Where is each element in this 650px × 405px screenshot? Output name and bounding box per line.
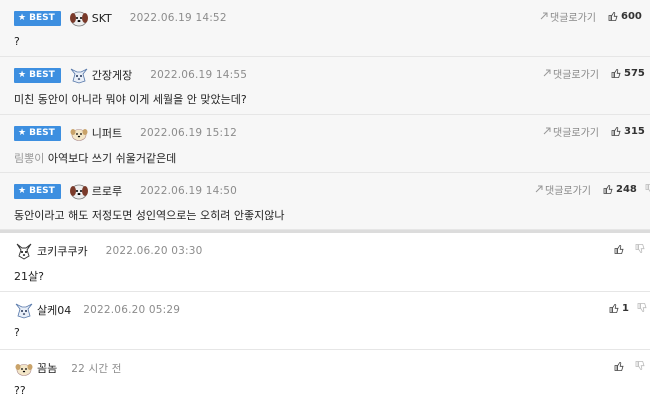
comment-header: ★ BEST 니퍼트 2022.06.19 15:12 xyxy=(14,124,237,142)
white-dog-avatar-icon[interactable] xyxy=(14,301,34,319)
dislike-button[interactable] xyxy=(635,361,647,371)
comment-header: ★ BEST 간장게장 2022.06.19 14:55 xyxy=(14,66,247,84)
reply-link[interactable]: 댓글로가기 xyxy=(543,66,599,81)
thumbs-up-icon xyxy=(609,304,619,313)
comment: 살케04 2022.06.20 05:29 1 ? xyxy=(0,292,650,350)
comment-actions: 댓글로가기 575 xyxy=(543,66,650,81)
star-icon: ★ xyxy=(18,185,27,196)
best-badge: ★ BEST xyxy=(14,67,61,83)
comment-date: 2022.06.19 15:12 xyxy=(140,127,238,139)
comment-date: 2022.06.20 05:29 xyxy=(83,304,181,316)
like-button[interactable]: 575 xyxy=(611,68,645,79)
comment-header: ★ BEST 르로루 2022.06.19 14:50 xyxy=(14,182,237,200)
comment-author[interactable]: SKT xyxy=(92,12,112,25)
comment-text: 림뽕이 아역보다 쓰기 쉬울거같은데 xyxy=(14,152,177,165)
thumbs-up-icon xyxy=(603,185,613,194)
corgi-avatar-icon[interactable] xyxy=(14,242,34,260)
comment-actions: 댓글로가기 315 xyxy=(543,124,650,139)
mention-tag[interactable]: 림뽕이 xyxy=(14,152,44,165)
star-icon: ★ xyxy=(18,127,27,138)
comment-actions: 1 xyxy=(609,301,649,315)
best-comment: ★ BEST 니퍼트 2022.06.19 15:12 댓글로가기 315 림뽕이… xyxy=(0,115,650,173)
dislike-button[interactable] xyxy=(635,244,647,254)
reply-arrow-icon xyxy=(543,69,551,77)
reply-link[interactable]: 댓글로가기 xyxy=(543,124,599,139)
comment-actions: 댓글로가기 600 xyxy=(540,9,650,24)
like-button[interactable]: 248 xyxy=(603,184,637,195)
puppy-avatar-icon[interactable] xyxy=(69,124,89,142)
reply-arrow-icon xyxy=(543,127,551,135)
comment-date: 2022.06.19 14:52 xyxy=(129,12,227,24)
comment: 꼼놈 22 시간 전 ?? xyxy=(0,350,650,405)
comment-list: ★ BEST SKT 2022.06.19 14:52 댓글로가기 600 ? ★… xyxy=(0,0,650,405)
reply-link[interactable]: 댓글로가기 xyxy=(535,182,591,197)
comment-author[interactable]: 간장게장 xyxy=(92,67,132,83)
white-dog-avatar-icon[interactable] xyxy=(69,66,89,84)
comment-text: ?? xyxy=(14,384,26,397)
dislike-button[interactable] xyxy=(637,303,649,313)
comment-actions: 댓글로가기 248 5 xyxy=(535,182,650,197)
comment-header: 꼼놈 22 시간 전 xyxy=(14,359,122,377)
comment-text: ? xyxy=(14,326,20,339)
comment-actions xyxy=(614,359,647,373)
best-badge: ★ BEST xyxy=(14,10,61,26)
comment-author[interactable]: 코키쿠쿠카 xyxy=(37,243,88,259)
like-button[interactable] xyxy=(614,244,627,254)
dislike-button[interactable]: 5 xyxy=(645,184,650,195)
comment-author[interactable]: 니퍼트 xyxy=(92,125,122,141)
comment-date: 2022.06.19 14:55 xyxy=(150,69,248,81)
thumbs-up-icon xyxy=(614,245,624,254)
like-button[interactable]: 1 xyxy=(609,303,629,314)
comment-author[interactable]: 꼼놈 xyxy=(37,360,57,376)
like-button[interactable]: 315 xyxy=(611,126,645,137)
comment-author[interactable]: 르로루 xyxy=(92,183,122,199)
shih-tzu-avatar-icon[interactable] xyxy=(69,9,89,27)
best-badge: ★ BEST xyxy=(14,125,61,141)
like-button[interactable] xyxy=(614,361,627,371)
reply-arrow-icon xyxy=(535,185,543,193)
thumbs-down-icon xyxy=(645,184,650,193)
comment-text: 21살? xyxy=(14,270,44,283)
best-comment: ★ BEST SKT 2022.06.19 14:52 댓글로가기 600 ? xyxy=(0,0,650,57)
thumbs-down-icon xyxy=(635,244,645,253)
shih-tzu-avatar-icon[interactable] xyxy=(69,182,89,200)
comment-date: 2022.06.20 03:30 xyxy=(105,245,203,257)
comment-text: 동안이라고 해도 저정도면 성인역으로는 오히려 안좋지않나 xyxy=(14,209,285,222)
comment-header: 살케04 2022.06.20 05:29 xyxy=(14,301,180,319)
best-badge: ★ BEST xyxy=(14,183,61,199)
comment-actions xyxy=(614,242,647,256)
reply-arrow-icon xyxy=(540,12,548,20)
thumbs-up-icon xyxy=(614,362,624,371)
thumbs-up-icon xyxy=(611,127,621,136)
comment-text: 미친 동안이 아니라 뭐야 이게 세월을 안 맞았는데? xyxy=(14,93,247,106)
like-button[interactable]: 600 xyxy=(608,11,642,22)
thumbs-down-icon xyxy=(635,361,645,370)
thumbs-up-icon xyxy=(611,69,621,78)
comment-header: 코키쿠쿠카 2022.06.20 03:30 xyxy=(14,242,203,260)
comment-date: 22 시간 전 xyxy=(71,362,122,375)
reply-link[interactable]: 댓글로가기 xyxy=(540,9,596,24)
thumbs-up-icon xyxy=(608,12,618,21)
comment-text: ? xyxy=(14,35,20,48)
comment-header: ★ BEST SKT 2022.06.19 14:52 xyxy=(14,9,227,27)
best-comment: ★BEST 르로루 2022.06.19 14:50 댓글로가기 248 5 동… xyxy=(0,173,650,230)
star-icon: ★ xyxy=(18,69,27,80)
comment: 코키쿠쿠카 2022.06.20 03:30 21살? xyxy=(0,233,650,292)
comment-date: 2022.06.19 14:50 xyxy=(140,185,238,197)
comment-author[interactable]: 살케04 xyxy=(37,302,71,318)
star-icon: ★ xyxy=(18,12,27,23)
thumbs-down-icon xyxy=(637,303,647,312)
best-comment: ★ BEST 간장게장 2022.06.19 14:55 댓글로가기 575 미친… xyxy=(0,57,650,115)
puppy-avatar-icon[interactable] xyxy=(14,359,34,377)
